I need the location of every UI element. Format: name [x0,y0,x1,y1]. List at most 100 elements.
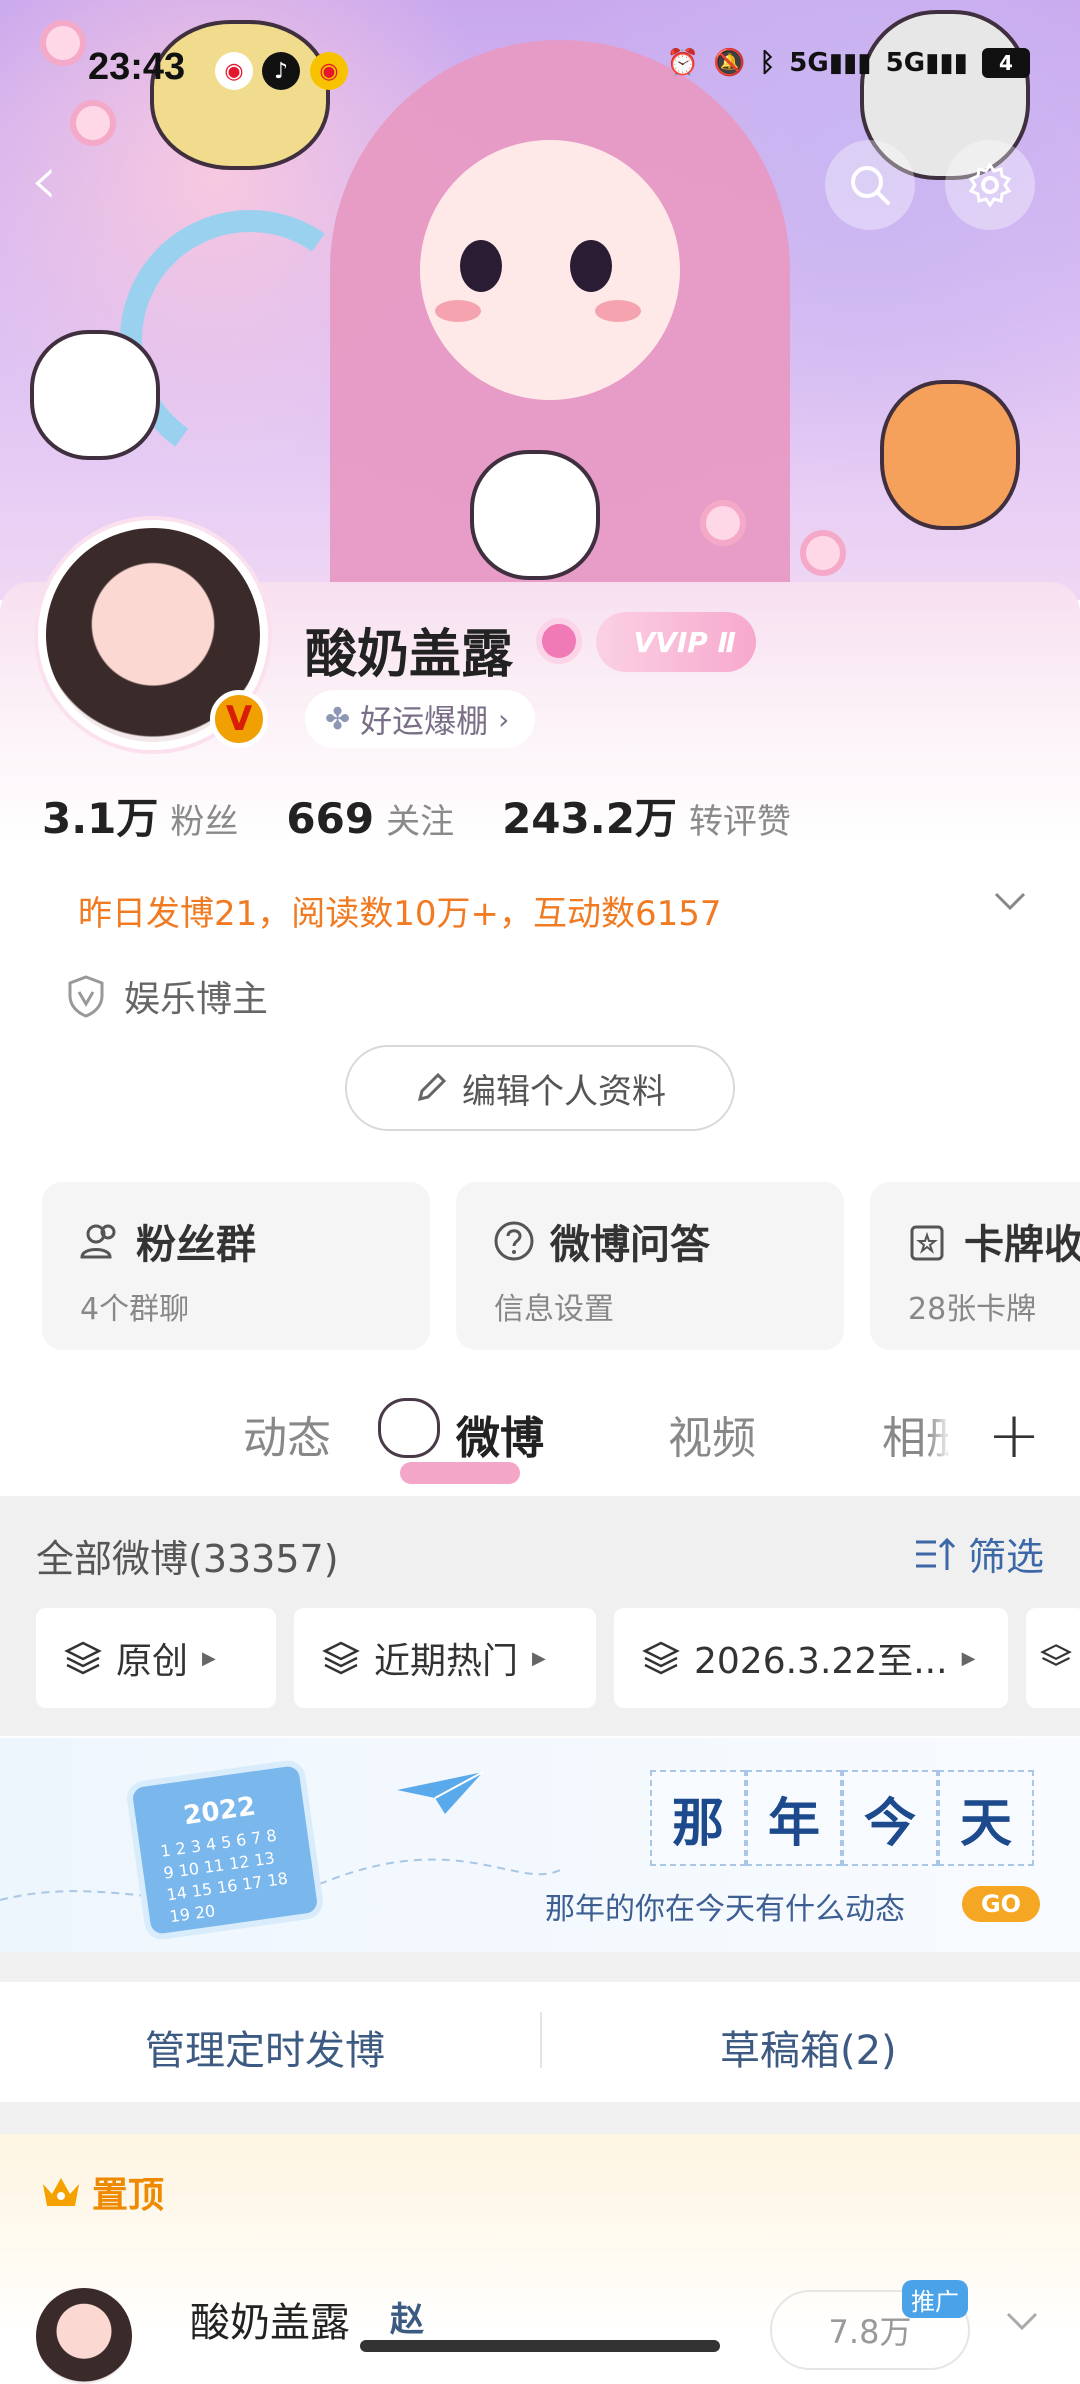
username: 酸奶盖露 [305,625,514,685]
pinned-post-avatar[interactable] [36,2288,132,2384]
caret-right-icon: ▶ [961,1647,976,1669]
chip-label: 近期热门 [374,1641,519,1682]
question-icon [494,1221,534,1261]
crown-icon [43,2178,79,2206]
chip-more[interactable] [1026,1608,1080,1708]
pinned-text: 置顶 [92,2175,165,2216]
cat-illustration [30,330,160,460]
edit-profile-label: 编辑个人资料 [462,1071,666,1112]
title-char: 那 [650,1770,746,1866]
edit-profile-button[interactable]: 编辑个人资料 [345,1045,735,1131]
users-icon [80,1224,116,1259]
title-char: 今 [842,1770,938,1866]
cat-illustration [470,450,600,580]
weibo-notification-icon: ◉ [215,52,253,90]
tab-weibo[interactable]: 微博 [456,1402,544,1466]
manage-row: 管理定时发博 草稿箱(2) [0,1982,1080,2102]
filter-label: 筛选 [967,1535,1044,1579]
chevron-right-icon: › [498,702,510,736]
paper-plane-icon [397,1771,484,1814]
card-collection-card[interactable]: 卡牌收 28张卡牌 [870,1182,1080,1350]
stats-row: 3.1万 粉丝 669 关注 243.2万 转评赞 [42,785,839,846]
on-this-day-subtitle: 那年的你在今天有什么动态 [545,1892,905,1927]
luck-label: 好运爆棚 [360,702,489,740]
gear-icon [968,162,1012,208]
member-badge-icon[interactable] [536,618,582,664]
clover-icon: ✤ [325,701,351,737]
verified-badge: V [210,690,268,748]
section-divider [0,2102,1080,2134]
chip-original[interactable]: 原创 ▶ [36,1608,276,1708]
feature-title: 粉丝群 [136,1222,256,1268]
add-tab-button[interactable]: + [948,1376,1080,1496]
pinned-post-extra: 赵 [390,2300,424,2340]
stat-likes[interactable]: 243.2万 转评赞 [502,785,791,846]
pinned-label: 置顶 [40,2166,164,2218]
chip-label: 2026.3.22至... [694,1641,948,1682]
vvip-badge[interactable]: VVIP Ⅱ [596,612,756,672]
layers-icon [322,1641,360,1675]
mute-icon: 🔕 [713,48,746,78]
chevron-down-icon[interactable] [1002,2300,1042,2340]
qa-card[interactable]: 微博问答 信息设置 [456,1182,844,1350]
tiktok-notification-icon: ♪ [262,52,300,90]
drafts-button[interactable]: 草稿箱(2) [720,2018,897,2076]
title-char: 年 [746,1770,842,1866]
chip-date[interactable]: 2026.3.22至... ▶ [614,1608,1008,1708]
vertical-divider [540,2012,542,2068]
on-this-day-title: 那 年 今 天 [650,1770,1034,1866]
go-button[interactable]: GO [962,1886,1040,1922]
promote-badge[interactable]: 推广 [902,2280,968,2318]
all-posts-count: 全部微博(33357) [36,1537,339,1581]
chevron-down-icon[interactable] [990,880,1030,920]
cat-tab-icon [378,1398,440,1458]
calendar-illustration: 2022 1 2 3 4 5 6 7 8 9 10 11 12 13 14 15… [124,1758,326,1942]
activity-summary[interactable]: 昨日发博21，阅读数10万+，互动数6157 [78,886,722,935]
profile-tabs: 动态 微博 视频 相册 [0,1376,1080,1496]
calendar-digits: 1 2 3 4 5 6 7 8 9 10 11 12 13 14 15 16 1… [159,1825,289,1927]
fan-group-card[interactable]: 粉丝群 4个群聊 [42,1182,430,1350]
shield-icon [68,975,104,1018]
cheek [595,300,641,322]
tab-videos[interactable]: 视频 [668,1402,756,1466]
pencil-icon [417,1072,447,1102]
girl-illustration-face [420,140,680,400]
feature-subtitle: 28张卡牌 [908,1292,1037,1327]
luck-status-pill[interactable]: ✤ 好运爆棚 › [305,690,536,748]
chip-label: 原创 [116,1641,189,1682]
battery-icon: 4 [982,48,1030,78]
active-tab-indicator [400,1462,520,1484]
sort-filter-icon [915,1537,956,1570]
eye [570,240,612,292]
filter-button[interactable]: 筛选 [914,1526,1044,1581]
caret-right-icon: ▶ [532,1647,546,1669]
tag-label: 娱乐博主 [124,979,269,1020]
status-time: 23:43 [88,46,186,88]
signal-icon: 5G▮▮▮ [789,48,872,78]
cat-illustration [880,380,1020,530]
scheduled-posts-button[interactable]: 管理定时发博 [145,2018,385,2076]
search-button[interactable] [825,140,915,230]
flower-decoration [700,500,746,546]
card-icon [910,1225,944,1261]
identity-tag[interactable]: 娱乐博主 [66,970,268,1022]
stat-followers[interactable]: 3.1万 粉丝 [42,785,238,846]
bluetooth-icon: ᛒ [759,48,776,78]
tab-feed[interactable]: 动态 [243,1402,331,1466]
layers-icon [642,1641,680,1675]
search-icon [851,166,890,205]
home-indicator[interactable] [360,2340,720,2352]
feature-title: 微博问答 [550,1222,710,1268]
pinned-post-author[interactable]: 酸奶盖露 [190,2290,350,2348]
eye [460,240,502,292]
cheek [435,300,481,322]
back-arrow-icon[interactable]: ‹ [30,145,90,220]
flower-decoration [800,530,846,576]
weibo-notification-icon: ◉ [310,52,348,90]
stat-following[interactable]: 669 关注 [286,794,454,843]
title-char: 天 [938,1770,1034,1866]
chip-hot[interactable]: 近期热门 ▶ [294,1608,596,1708]
feature-title: 卡牌收 [964,1222,1080,1268]
settings-button[interactable] [945,140,1035,230]
status-bar: 23:43 ◉ ♪ ◉ ⏰ 🔕 ᛒ 5G▮▮▮ 5G▮▮▮ 4 [0,0,1080,110]
